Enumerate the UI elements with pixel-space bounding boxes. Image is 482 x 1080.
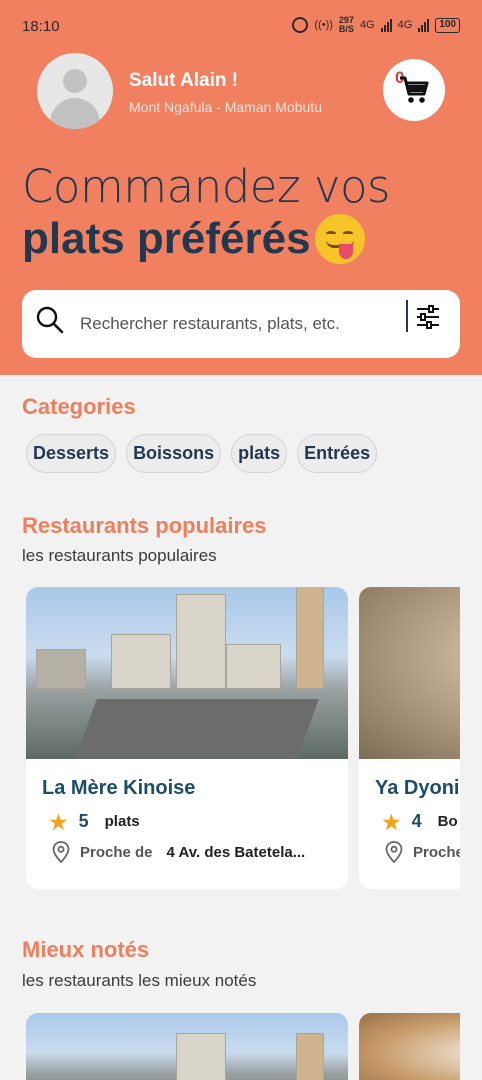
top-rated-subtitle: les restaurants les mieux notés <box>22 971 257 990</box>
signal-bars-icon <box>380 18 392 32</box>
restaurant-address: Proche de 4 Av. des Batetela... <box>52 841 305 863</box>
top-rated-title: Mieux notés <box>22 937 150 962</box>
alarm-icon <box>292 17 309 33</box>
rating-value: 4 <box>411 811 422 831</box>
avatar-body <box>50 98 100 129</box>
headline-line1: Commandez vos <box>22 160 391 213</box>
address-prefix: Proche <box>413 843 460 861</box>
restaurant-card[interactable]: La Mère Kinoise ★ 5 plats Proche de 4 Av… <box>26 587 348 889</box>
signal-bars-icon-2 <box>418 18 430 32</box>
restaurant-card[interactable] <box>359 1013 460 1080</box>
emoji-tongue <box>338 244 353 259</box>
greeting-text: Salut Alain ! <box>129 70 239 91</box>
popular-subtitle: les restaurants populaires <box>22 546 217 565</box>
signal-label-2: 4G <box>397 19 413 31</box>
restaurant-rating: ★ 5 plats <box>48 808 140 835</box>
categories-title: Categories <box>22 394 136 419</box>
location-text[interactable]: Mont Ngafula - Maman Mobutu <box>129 99 322 115</box>
status-bar: 18:10 ((•)) 297 B/S 4G 4G 100 <box>0 0 482 52</box>
restaurant-photo <box>359 1013 460 1080</box>
header-banner: 18:10 ((•)) 297 B/S 4G 4G 100 Salut Alai… <box>0 0 482 375</box>
headline-line2: plats préférés <box>22 214 365 264</box>
net-speed-unit: B/S <box>338 24 354 34</box>
battery-indicator: 100 <box>435 17 460 33</box>
location-pin-icon <box>52 841 70 863</box>
headline-line2-text: plats préférés <box>22 214 311 263</box>
status-time: 18:10 <box>22 18 60 35</box>
rating-unit: Bo <box>437 813 458 830</box>
restaurant-card[interactable]: Ya Dyoni ★ 4 Bo Proche <box>359 587 460 889</box>
category-chip-plats[interactable]: plats <box>231 434 288 473</box>
restaurant-rating: ★ 4 Bo <box>381 808 458 835</box>
search-divider <box>406 300 408 332</box>
restaurant-name: La Mère Kinoise <box>42 777 196 799</box>
restaurant-photo <box>26 587 348 759</box>
rating-value: 5 <box>78 811 89 831</box>
cart-icon <box>400 76 429 103</box>
star-icon: ★ <box>381 808 402 835</box>
search-icon[interactable] <box>35 305 65 335</box>
address-prefix: Proche de <box>80 843 153 861</box>
signal-label-1: 4G <box>359 19 375 31</box>
search-input[interactable] <box>80 314 400 334</box>
top-rated-carousel[interactable] <box>26 1013 460 1080</box>
cart-button[interactable]: 0 <box>383 59 445 121</box>
category-chip-desserts[interactable]: Desserts <box>26 434 117 473</box>
face-savoring-food-icon <box>314 214 365 264</box>
emoji-eye-right <box>342 231 353 236</box>
category-chips: Desserts Boissons plats Entrées <box>26 434 378 473</box>
net-speed: 297 B/S <box>339 16 354 34</box>
restaurant-address: Proche <box>385 841 460 863</box>
popular-title: Restaurants populaires <box>22 513 267 538</box>
address-text: 4 Av. des Batetela... <box>166 843 306 861</box>
avatar[interactable] <box>37 53 113 129</box>
rating-unit: plats <box>104 813 140 830</box>
emoji-eye-left <box>325 231 336 236</box>
category-chip-boissons[interactable]: Boissons <box>126 434 222 473</box>
category-chip-entrees[interactable]: Entrées <box>297 434 378 473</box>
popular-carousel[interactable]: La Mère Kinoise ★ 5 plats Proche de 4 Av… <box>26 587 460 891</box>
avatar-head <box>63 69 87 93</box>
hotspot-icon: ((•)) <box>314 19 333 31</box>
restaurant-name: Ya Dyoni <box>375 777 460 799</box>
restaurant-card[interactable] <box>26 1013 348 1080</box>
search-bar[interactable] <box>22 290 460 358</box>
status-icons: ((•)) 297 B/S 4G 4G 100 <box>292 16 460 34</box>
location-pin-icon <box>385 841 403 863</box>
restaurant-photo <box>26 1013 348 1080</box>
star-icon: ★ <box>48 808 69 835</box>
restaurant-photo <box>359 587 460 759</box>
filter-sliders-icon[interactable] <box>415 304 441 330</box>
